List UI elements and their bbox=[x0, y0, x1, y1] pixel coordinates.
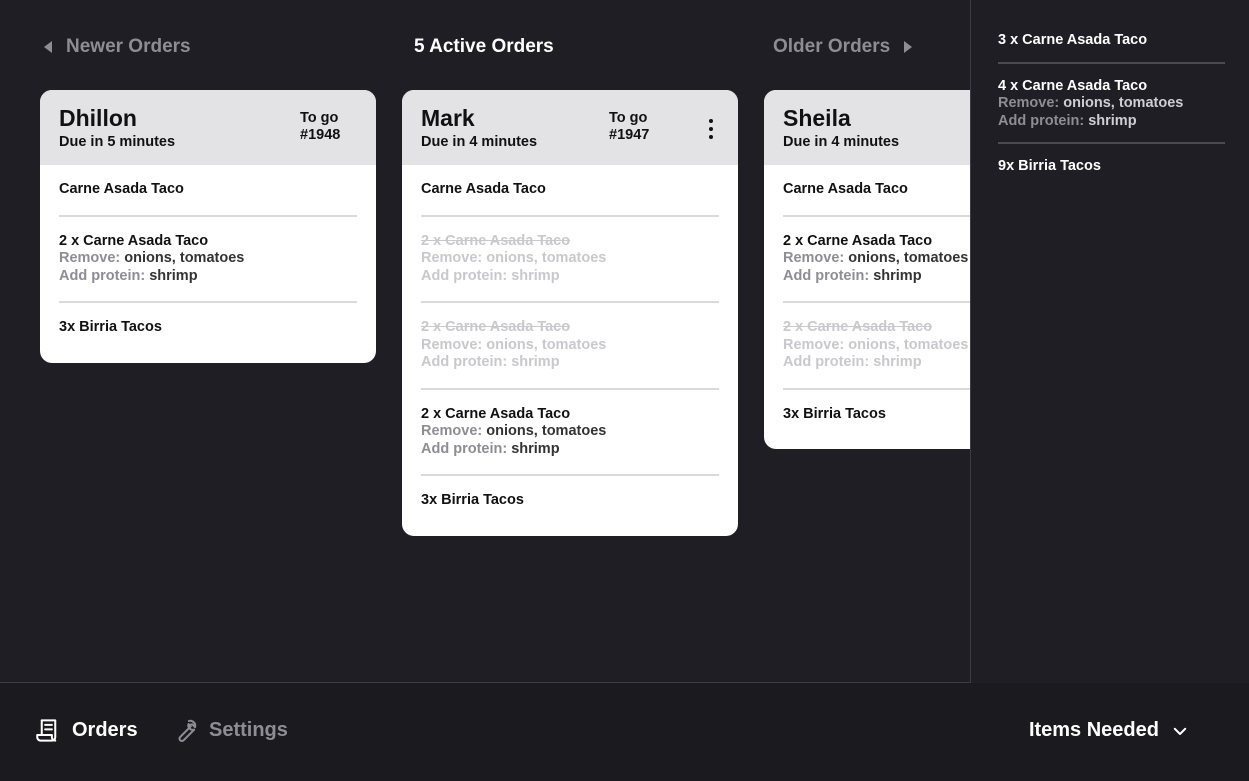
item-title: Carne Asada Taco bbox=[59, 181, 184, 197]
order-type-label: To go bbox=[609, 110, 648, 126]
item-remove: Remove: onions, tomatoes bbox=[59, 250, 245, 266]
item-title: 2 x Carne Asada Taco bbox=[421, 405, 571, 422]
item-add-protein: Add protein: shrimp bbox=[421, 267, 560, 284]
due-time: Due in 4 minutes bbox=[783, 134, 900, 150]
item-add-protein: Add protein: shrimp bbox=[421, 440, 560, 457]
item-add-protein: Add protein: shrimp bbox=[783, 354, 922, 370]
item-title: 2 x Carne Asada Taco bbox=[783, 319, 933, 335]
order-item[interactable]: 2 x Carne Asada Taco Remove: onions, tom… bbox=[421, 390, 719, 476]
items-needed-toggle[interactable]: Items Needed bbox=[1029, 719, 1189, 742]
needed-item: 4 x Carne Asada Taco Remove: onions, tom… bbox=[998, 64, 1225, 144]
item-title: 2 x Carne Asada Taco bbox=[421, 232, 571, 249]
customer-name: Sheila bbox=[783, 105, 851, 131]
item-remove: Remove: onions, tomatoes bbox=[421, 423, 607, 439]
needed-item: 3 x Carne Asada Taco bbox=[998, 0, 1225, 64]
older-orders-label: Older Orders bbox=[773, 36, 891, 57]
needed-item-remove: Remove: onions, tomatoes bbox=[998, 95, 1184, 111]
needed-item-add-protein: Add protein: shrimp bbox=[998, 112, 1137, 129]
needed-item: 9x Birria Tacos bbox=[998, 144, 1225, 188]
needed-item-title: 4 x Carne Asada Taco bbox=[998, 77, 1148, 94]
newer-orders-button[interactable]: Newer Orders bbox=[44, 36, 191, 58]
order-item-completed[interactable]: 2 x Carne Asada Taco Remove: onions, tom… bbox=[421, 217, 719, 303]
order-card-mark[interactable]: Mark Due in 4 minutes To go #1947 Carne … bbox=[402, 90, 738, 536]
item-title: 3x Birria Tacos bbox=[783, 405, 886, 422]
item-remove: Remove: onions, tomatoes bbox=[783, 250, 969, 266]
order-item[interactable]: 3x Birria Tacos bbox=[421, 476, 719, 536]
order-type: To go #1948 bbox=[300, 110, 340, 144]
newer-orders-label: Newer Orders bbox=[66, 36, 191, 57]
caret-left-icon bbox=[44, 41, 52, 53]
item-title: 2 x Carne Asada Taco bbox=[421, 319, 571, 335]
order-item[interactable]: Carne Asada Taco bbox=[59, 165, 357, 217]
tab-orders-label: Orders bbox=[72, 719, 138, 741]
item-title: Carne Asada Taco bbox=[421, 181, 546, 197]
order-type: To go #1947 bbox=[609, 110, 649, 144]
active-orders-title: 5 Active Orders bbox=[414, 36, 554, 57]
chevron-down-icon bbox=[1173, 727, 1187, 735]
order-type-label: To go bbox=[300, 110, 339, 126]
bottom-bar: Orders Settings Items Needed bbox=[0, 683, 1249, 781]
order-item[interactable]: 3x Birria Tacos bbox=[783, 390, 970, 450]
item-add-protein: Add protein: shrimp bbox=[421, 354, 560, 370]
order-card-header: Sheila Due in 4 minutes bbox=[764, 90, 970, 165]
due-time: Due in 4 minutes bbox=[421, 134, 538, 150]
item-remove: Remove: onions, tomatoes bbox=[783, 336, 969, 353]
orders-area: Newer Orders 5 Active Orders Older Order… bbox=[0, 0, 971, 683]
tab-settings-label: Settings bbox=[209, 719, 288, 741]
item-title: 2 x Carne Asada Taco bbox=[59, 232, 209, 249]
needed-item-title: 9x Birria Tacos bbox=[998, 158, 1101, 174]
item-add-protein: Add protein: shrimp bbox=[59, 267, 198, 284]
order-card-dhillon[interactable]: Dhillon Due in 5 minutes To go #1948 Car… bbox=[40, 90, 376, 363]
orders-nav: Newer Orders 5 Active Orders Older Order… bbox=[0, 36, 970, 62]
order-number: #1947 bbox=[609, 127, 650, 143]
order-card-sheila[interactable]: Sheila Due in 4 minutes Carne Asada Taco… bbox=[764, 90, 970, 450]
needed-item-title: 3 x Carne Asada Taco bbox=[998, 32, 1148, 48]
item-title: 2 x Carne Asada Taco bbox=[783, 232, 933, 249]
order-item-completed[interactable]: 2 x Carne Asada Taco Remove: onions, tom… bbox=[421, 303, 719, 390]
order-item-completed[interactable]: 2 x Carne Asada Taco Remove: onions, tom… bbox=[783, 303, 970, 390]
receipt-icon bbox=[36, 719, 57, 742]
item-title: 3x Birria Tacos bbox=[59, 319, 162, 335]
item-add-protein: Add protein: shrimp bbox=[783, 267, 922, 284]
item-title: 3x Birria Tacos bbox=[421, 492, 524, 508]
older-orders-button[interactable]: Older Orders bbox=[773, 36, 913, 58]
item-remove: Remove: onions, tomatoes bbox=[421, 250, 607, 266]
order-item[interactable]: 3x Birria Tacos bbox=[59, 303, 357, 363]
order-item[interactable]: 2 x Carne Asada Taco Remove: onions, tom… bbox=[59, 217, 357, 303]
order-number: #1948 bbox=[300, 127, 341, 143]
customer-name: Mark bbox=[421, 105, 475, 131]
wrench-icon bbox=[178, 719, 197, 742]
tab-settings[interactable]: Settings bbox=[172, 717, 288, 744]
order-card-header: Dhillon Due in 5 minutes To go #1948 bbox=[40, 90, 376, 165]
tab-orders[interactable]: Orders bbox=[35, 717, 138, 744]
item-title: Carne Asada Taco bbox=[783, 181, 908, 197]
order-item[interactable]: Carne Asada Taco bbox=[783, 165, 970, 217]
items-needed-panel: 3 x Carne Asada Taco 4 x Carne Asada Tac… bbox=[971, 0, 1249, 683]
order-item[interactable]: 2 x Carne Asada Taco Remove: onions, tom… bbox=[783, 217, 970, 303]
items-needed-label: Items Needed bbox=[1028, 719, 1159, 741]
item-remove: Remove: onions, tomatoes bbox=[421, 336, 607, 353]
more-options-icon[interactable] bbox=[706, 119, 716, 139]
caret-right-icon bbox=[904, 41, 913, 53]
order-item[interactable]: Carne Asada Taco bbox=[421, 165, 719, 217]
order-card-header: Mark Due in 4 minutes To go #1947 bbox=[402, 90, 738, 165]
